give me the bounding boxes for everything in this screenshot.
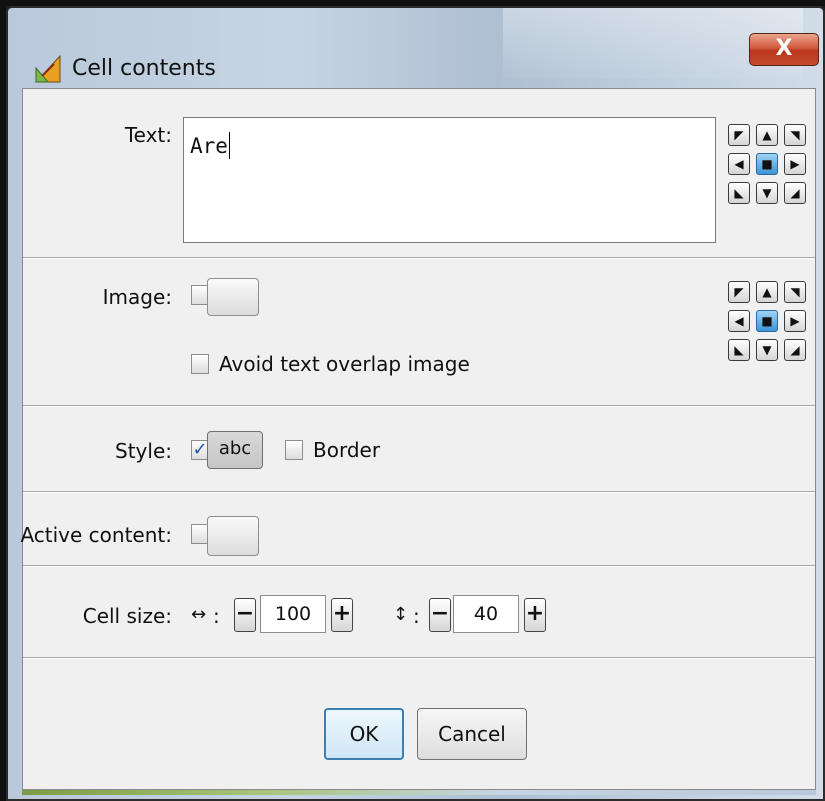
width-icon: ↔ <box>191 604 207 625</box>
text-input-value: Are <box>190 134 228 158</box>
separator <box>23 657 815 659</box>
image-align-bottom-button[interactable]: ▼ <box>756 339 778 361</box>
align-top-button[interactable]: ▲ <box>756 124 778 146</box>
border-label: Border <box>313 438 381 462</box>
align-bottom-button[interactable]: ▼ <box>756 182 778 204</box>
height-decrement-button[interactable]: − <box>429 598 451 632</box>
width-increment-button[interactable]: + <box>331 598 353 632</box>
align-top-right-button[interactable]: ◥ <box>784 124 806 146</box>
align-bottom-left-button[interactable]: ◣ <box>728 182 750 204</box>
image-align-top-right-button[interactable]: ◥ <box>784 281 806 303</box>
ok-button[interactable]: OK <box>324 708 404 760</box>
text-label: Text: <box>124 123 172 147</box>
title-bar[interactable]: Cell contents X <box>8 8 823 83</box>
cell-size-label: Cell size: <box>82 604 172 628</box>
image-align-left-button[interactable]: ◀ <box>728 310 750 332</box>
height-icon: ↕ <box>393 604 409 625</box>
image-align-center-button[interactable]: ■ <box>756 310 778 332</box>
close-button[interactable]: X <box>749 33 819 66</box>
image-align-top-left-button[interactable]: ◤ <box>728 281 750 303</box>
app-icon <box>34 54 61 83</box>
separator <box>23 491 815 493</box>
cancel-button[interactable]: Cancel <box>417 708 527 760</box>
width-colon: : <box>213 604 220 628</box>
height-increment-button[interactable]: + <box>524 598 546 632</box>
image-align-right-button[interactable]: ▶ <box>784 310 806 332</box>
window-title: Cell contents <box>72 56 216 81</box>
width-decrement-button[interactable]: − <box>234 598 256 632</box>
style-label: Style: <box>115 439 172 463</box>
dialog-client-area: Text: Are ◤ ▲ ◥ ◀ ■ ▶ ◣ ▼ ◢ Image: Avoid… <box>20 88 816 790</box>
avoid-overlap-label: Avoid text overlap image <box>219 352 470 376</box>
image-label: Image: <box>102 285 172 309</box>
image-align-top-button[interactable]: ▲ <box>756 281 778 303</box>
image-align-bottom-right-button[interactable]: ◢ <box>784 339 806 361</box>
align-top-left-button[interactable]: ◤ <box>728 124 750 146</box>
separator <box>23 257 815 259</box>
border-checkbox[interactable] <box>285 440 303 460</box>
image-align-bottom-left-button[interactable]: ◣ <box>728 339 750 361</box>
style-button[interactable]: abc <box>207 431 263 469</box>
height-colon: : <box>413 604 420 628</box>
align-right-button[interactable]: ▶ <box>784 153 806 175</box>
active-content-label: Active content: <box>20 523 172 547</box>
separator <box>23 565 815 567</box>
align-left-button[interactable]: ◀ <box>728 153 750 175</box>
background-strip <box>22 790 816 795</box>
active-content-button[interactable] <box>207 516 259 556</box>
separator <box>23 405 815 407</box>
align-bottom-right-button[interactable]: ◢ <box>784 182 806 204</box>
text-input[interactable]: Are <box>183 117 716 243</box>
text-caret <box>228 132 230 159</box>
text-alignment-grid: ◤ ▲ ◥ ◀ ■ ▶ ◣ ▼ ◢ <box>728 124 806 204</box>
avoid-overlap-checkbox[interactable] <box>191 354 209 374</box>
image-picker-button[interactable] <box>207 278 259 316</box>
image-alignment-grid: ◤ ▲ ◥ ◀ ■ ▶ ◣ ▼ ◢ <box>728 281 806 361</box>
height-input[interactable]: 40 <box>453 595 519 633</box>
align-center-button[interactable]: ■ <box>756 153 778 175</box>
width-input[interactable]: 100 <box>260 595 326 633</box>
